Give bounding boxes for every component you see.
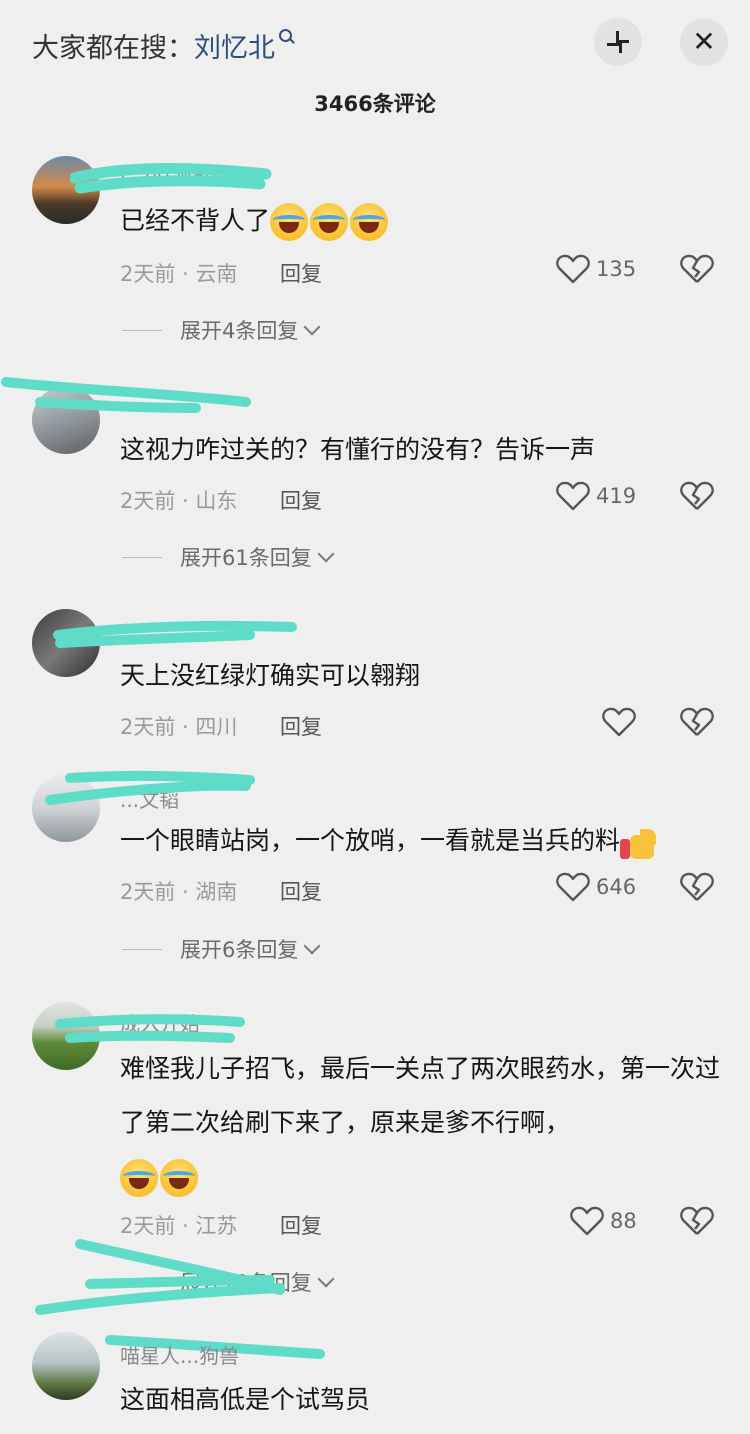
search-keyword[interactable]: 刘忆北 (194, 26, 275, 65)
heart-outline-icon (556, 254, 590, 284)
thumbs-up-emoji-icon (620, 823, 658, 861)
heart-outline-icon (602, 707, 636, 737)
broken-heart-icon[interactable] (680, 706, 714, 738)
collapse-icon (607, 31, 629, 53)
expand-replies-label: 展开4条回复 (180, 319, 299, 343)
divider-line (122, 1281, 162, 1283)
divider-line (122, 329, 162, 331)
heart-outline-icon (556, 481, 590, 511)
reply-button[interactable]: 回复 (280, 1210, 322, 1240)
expand-replies-button[interactable]: 展开10条回复 (122, 1267, 335, 1297)
like-count: 88 (610, 1209, 637, 1233)
comment-item: 天上没红绿灯确实可以翱翔 2天前 · 四川 回复 (0, 605, 750, 745)
broken-heart-icon[interactable] (680, 871, 714, 903)
comment-text: 这面相高低是个试驾员 (120, 1385, 371, 1414)
reply-button[interactable]: 回复 (280, 876, 322, 906)
username[interactable]: 成入开始 (120, 1008, 200, 1037)
comment-text: 一个眼睛站岗，一个放哨，一看就是当兵的料 (120, 814, 720, 868)
comment-text: 天上没红绿灯确实可以翱翔 (120, 661, 421, 690)
broken-heart-icon[interactable] (680, 480, 714, 512)
laugh-cry-emoji-icon (270, 203, 309, 241)
reply-button[interactable]: 回复 (280, 711, 322, 741)
chevron-down-icon (317, 545, 335, 563)
laugh-cry-emoji-icon (120, 1159, 158, 1197)
like-count: 135 (596, 257, 637, 281)
avatar[interactable] (32, 609, 100, 677)
expand-replies-label: 展开6条回复 (180, 938, 299, 962)
like-button[interactable]: 88 (570, 1205, 637, 1237)
chevron-down-icon (303, 937, 321, 955)
comment-text: 已经不背人了 (120, 194, 720, 248)
comment-panel-header: 大家都在搜： 刘忆北 ✕ 3466条评论 (0, 0, 750, 130)
close-icon: ✕ (692, 25, 716, 58)
like-button[interactable]: 646 (556, 871, 636, 903)
like-count: 646 (596, 875, 637, 899)
comment-item: 喵星人...狗兽 这面相高低是个试驾员 (0, 1330, 750, 1434)
comment-date-location: 2天前 · 山东 (120, 489, 238, 513)
laugh-cry-emoji-icon (350, 203, 389, 241)
heart-outline-icon (570, 1206, 604, 1236)
search-icon (278, 29, 296, 47)
expand-replies-button[interactable]: 展开4条回复 (122, 315, 321, 345)
expand-replies-button[interactable]: 展开61条回复 (122, 542, 335, 572)
reply-button[interactable]: 回复 (280, 485, 322, 515)
like-count: 419 (596, 484, 637, 508)
search-prefix: 大家都在搜： (32, 33, 194, 64)
expand-replies-button[interactable]: 展开6条回复 (122, 934, 321, 964)
avatar[interactable] (32, 1002, 100, 1070)
like-button[interactable]: 419 (556, 480, 636, 512)
divider-line (122, 556, 162, 558)
comment-date-location: 2天前 · 四川 (120, 715, 238, 739)
chevron-down-icon (303, 318, 321, 336)
broken-heart-icon[interactable] (680, 1205, 714, 1237)
heart-outline-icon (556, 872, 590, 902)
laugh-cry-emoji-icon (160, 1159, 198, 1197)
comment-item: ...文韬 一个眼睛站岗，一个放哨，一看就是当兵的料 2天前 · 湖南 回复 6… (0, 770, 750, 970)
avatar[interactable] (32, 774, 100, 842)
search-suggestion[interactable]: 大家都在搜： 刘忆北 (32, 26, 296, 65)
comment-text: 难怪我儿子招飞，最后一关点了两次眼药水，第一次过了第二次给刷下来了，原来是爹不行… (120, 1042, 720, 1204)
close-button[interactable]: ✕ (680, 18, 728, 66)
expand-replies-label: 展开10条回复 (180, 1271, 312, 1295)
comment-date-location: 2天前 · 云南 (120, 262, 238, 286)
comment-item: 这视力咋过关的？有懂行的没有？告诉一声 2天前 · 山东 回复 419 展开61… (0, 377, 750, 580)
chevron-down-icon (317, 1270, 335, 1288)
comment-date-location: 2天前 · 湖南 (120, 880, 238, 904)
comment-date-location: 2天前 · 江苏 (120, 1214, 238, 1238)
broken-heart-icon[interactable] (680, 253, 714, 285)
expand-replies-label: 展开61条回复 (180, 546, 312, 570)
avatar[interactable] (32, 156, 100, 224)
comment-item: l...no wand 已经不背人了 2天前 · 云南 回复 135 展开4条回… (0, 150, 750, 350)
comment-item: 成入开始 难怪我儿子招飞，最后一关点了两次眼药水，第一次过了第二次给刷下来了，原… (0, 1000, 750, 1300)
username[interactable]: l...no wand (120, 162, 230, 186)
like-button[interactable] (602, 706, 642, 738)
reply-button[interactable]: 回复 (280, 258, 322, 288)
avatar[interactable] (32, 386, 100, 454)
username[interactable]: ...文韬 (120, 784, 179, 813)
username[interactable]: 喵星人...狗兽 (120, 1340, 239, 1369)
like-button[interactable]: 135 (556, 253, 636, 285)
comment-text: 这视力咋过关的？有懂行的没有？告诉一声 (120, 435, 596, 464)
divider-line (122, 948, 162, 950)
laugh-cry-emoji-icon (310, 203, 349, 241)
collapse-button[interactable] (594, 18, 642, 66)
comment-count: 3466条评论 (314, 92, 436, 116)
avatar[interactable] (32, 1332, 100, 1400)
